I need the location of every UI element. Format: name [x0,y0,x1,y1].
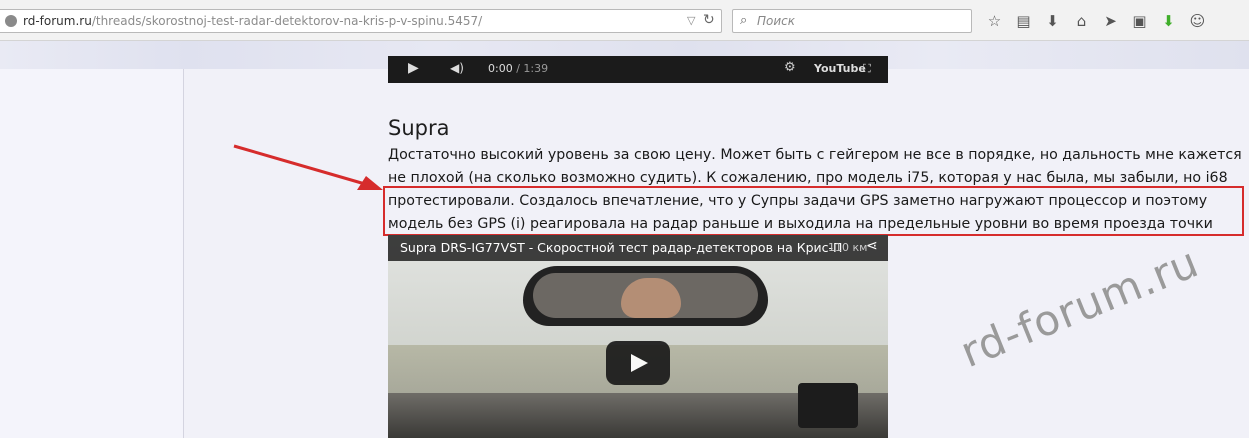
video-embed[interactable]: Supra DRS-IG77VST - Скоростной тест рада… [388,235,888,438]
mirror-glass [533,273,758,318]
arrow-shaft [233,144,366,186]
video-speed-label: 110 км [828,241,868,254]
share-icon[interactable]: ⋖ [866,238,878,254]
play-icon [631,354,648,372]
video-title-bar[interactable]: Supra DRS-IG77VST - Скоростной тест рада… [388,235,888,261]
radar-detector-device [798,383,858,428]
driver-face [621,278,681,318]
video-title[interactable]: Supra DRS-IG77VST - Скоростной тест рада… [400,240,842,255]
rearview-mirror [523,266,768,326]
play-button[interactable] [606,341,670,385]
